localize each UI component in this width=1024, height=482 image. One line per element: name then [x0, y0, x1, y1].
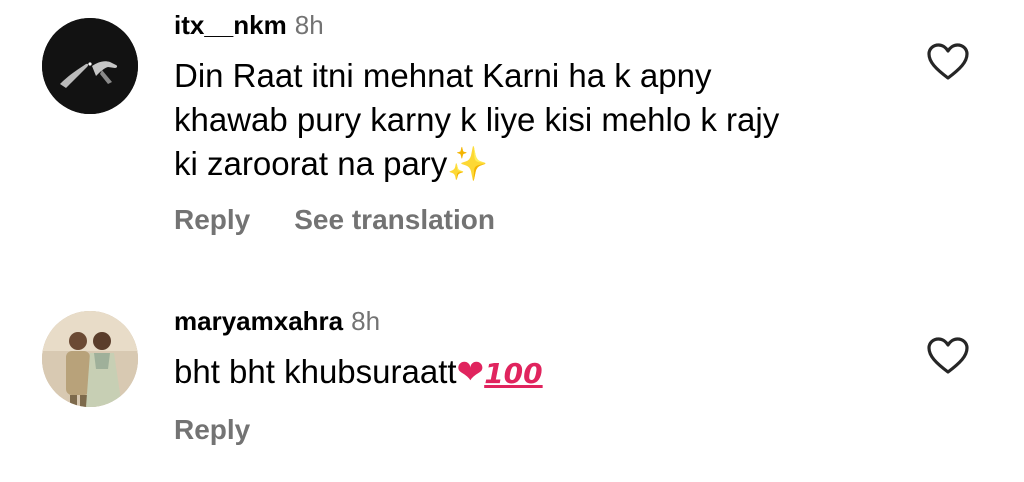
timestamp: 8h — [294, 10, 324, 40]
avatar-image — [42, 18, 138, 114]
comment-meta: maryamxahra 8h — [174, 306, 914, 342]
see-translation-button[interactable]: See translation — [294, 204, 495, 236]
reply-button[interactable]: Reply — [174, 204, 250, 236]
red-heart-emoji: ❤ — [456, 352, 485, 391]
comment-meta: itx__nkm 8h — [174, 10, 914, 46]
heart-outline-icon[interactable] — [926, 42, 970, 82]
avatar[interactable] — [42, 311, 138, 407]
comment-item: maryamxahra 8h bht bht khubsuraatt❤100 R… — [0, 300, 1024, 460]
comment-text-line: ki zaroorat na pary✨ — [174, 142, 914, 186]
comment-actions: Reply — [174, 414, 914, 446]
username[interactable]: itx__nkm — [174, 10, 287, 41]
comment-body: itx__nkm 8h Din Raat itni mehnat Karni h… — [174, 10, 914, 236]
avatar-image — [42, 311, 138, 407]
comment-text: bht bht khubsuraatt❤100 — [174, 350, 914, 396]
heart-outline-icon[interactable] — [926, 336, 970, 376]
username[interactable]: maryamxahra — [174, 306, 343, 337]
avatar[interactable] — [42, 18, 138, 114]
comment-text-segment: ki zaroorat na pary — [174, 145, 448, 182]
comment-text: Din Raat itni mehnat Karni ha k apny kha… — [174, 54, 914, 186]
comment-text-line: khawab pury karny k liye kisi mehlo k ra… — [174, 101, 780, 138]
sparkles-emoji: ✨ — [447, 144, 489, 183]
comment-text-segment: bht bht khubsuraatt — [174, 353, 457, 390]
hundred-points-emoji: 100 — [484, 357, 543, 390]
comment-actions: Reply See translation — [174, 204, 914, 236]
timestamp: 8h — [351, 306, 381, 336]
reply-button[interactable]: Reply — [174, 414, 250, 446]
comment-text-line: Din Raat itni mehnat Karni ha k apny — [174, 57, 712, 94]
comment-body: maryamxahra 8h bht bht khubsuraatt❤100 R… — [174, 306, 914, 446]
comment-item: itx__nkm 8h Din Raat itni mehnat Karni h… — [0, 0, 1024, 260]
